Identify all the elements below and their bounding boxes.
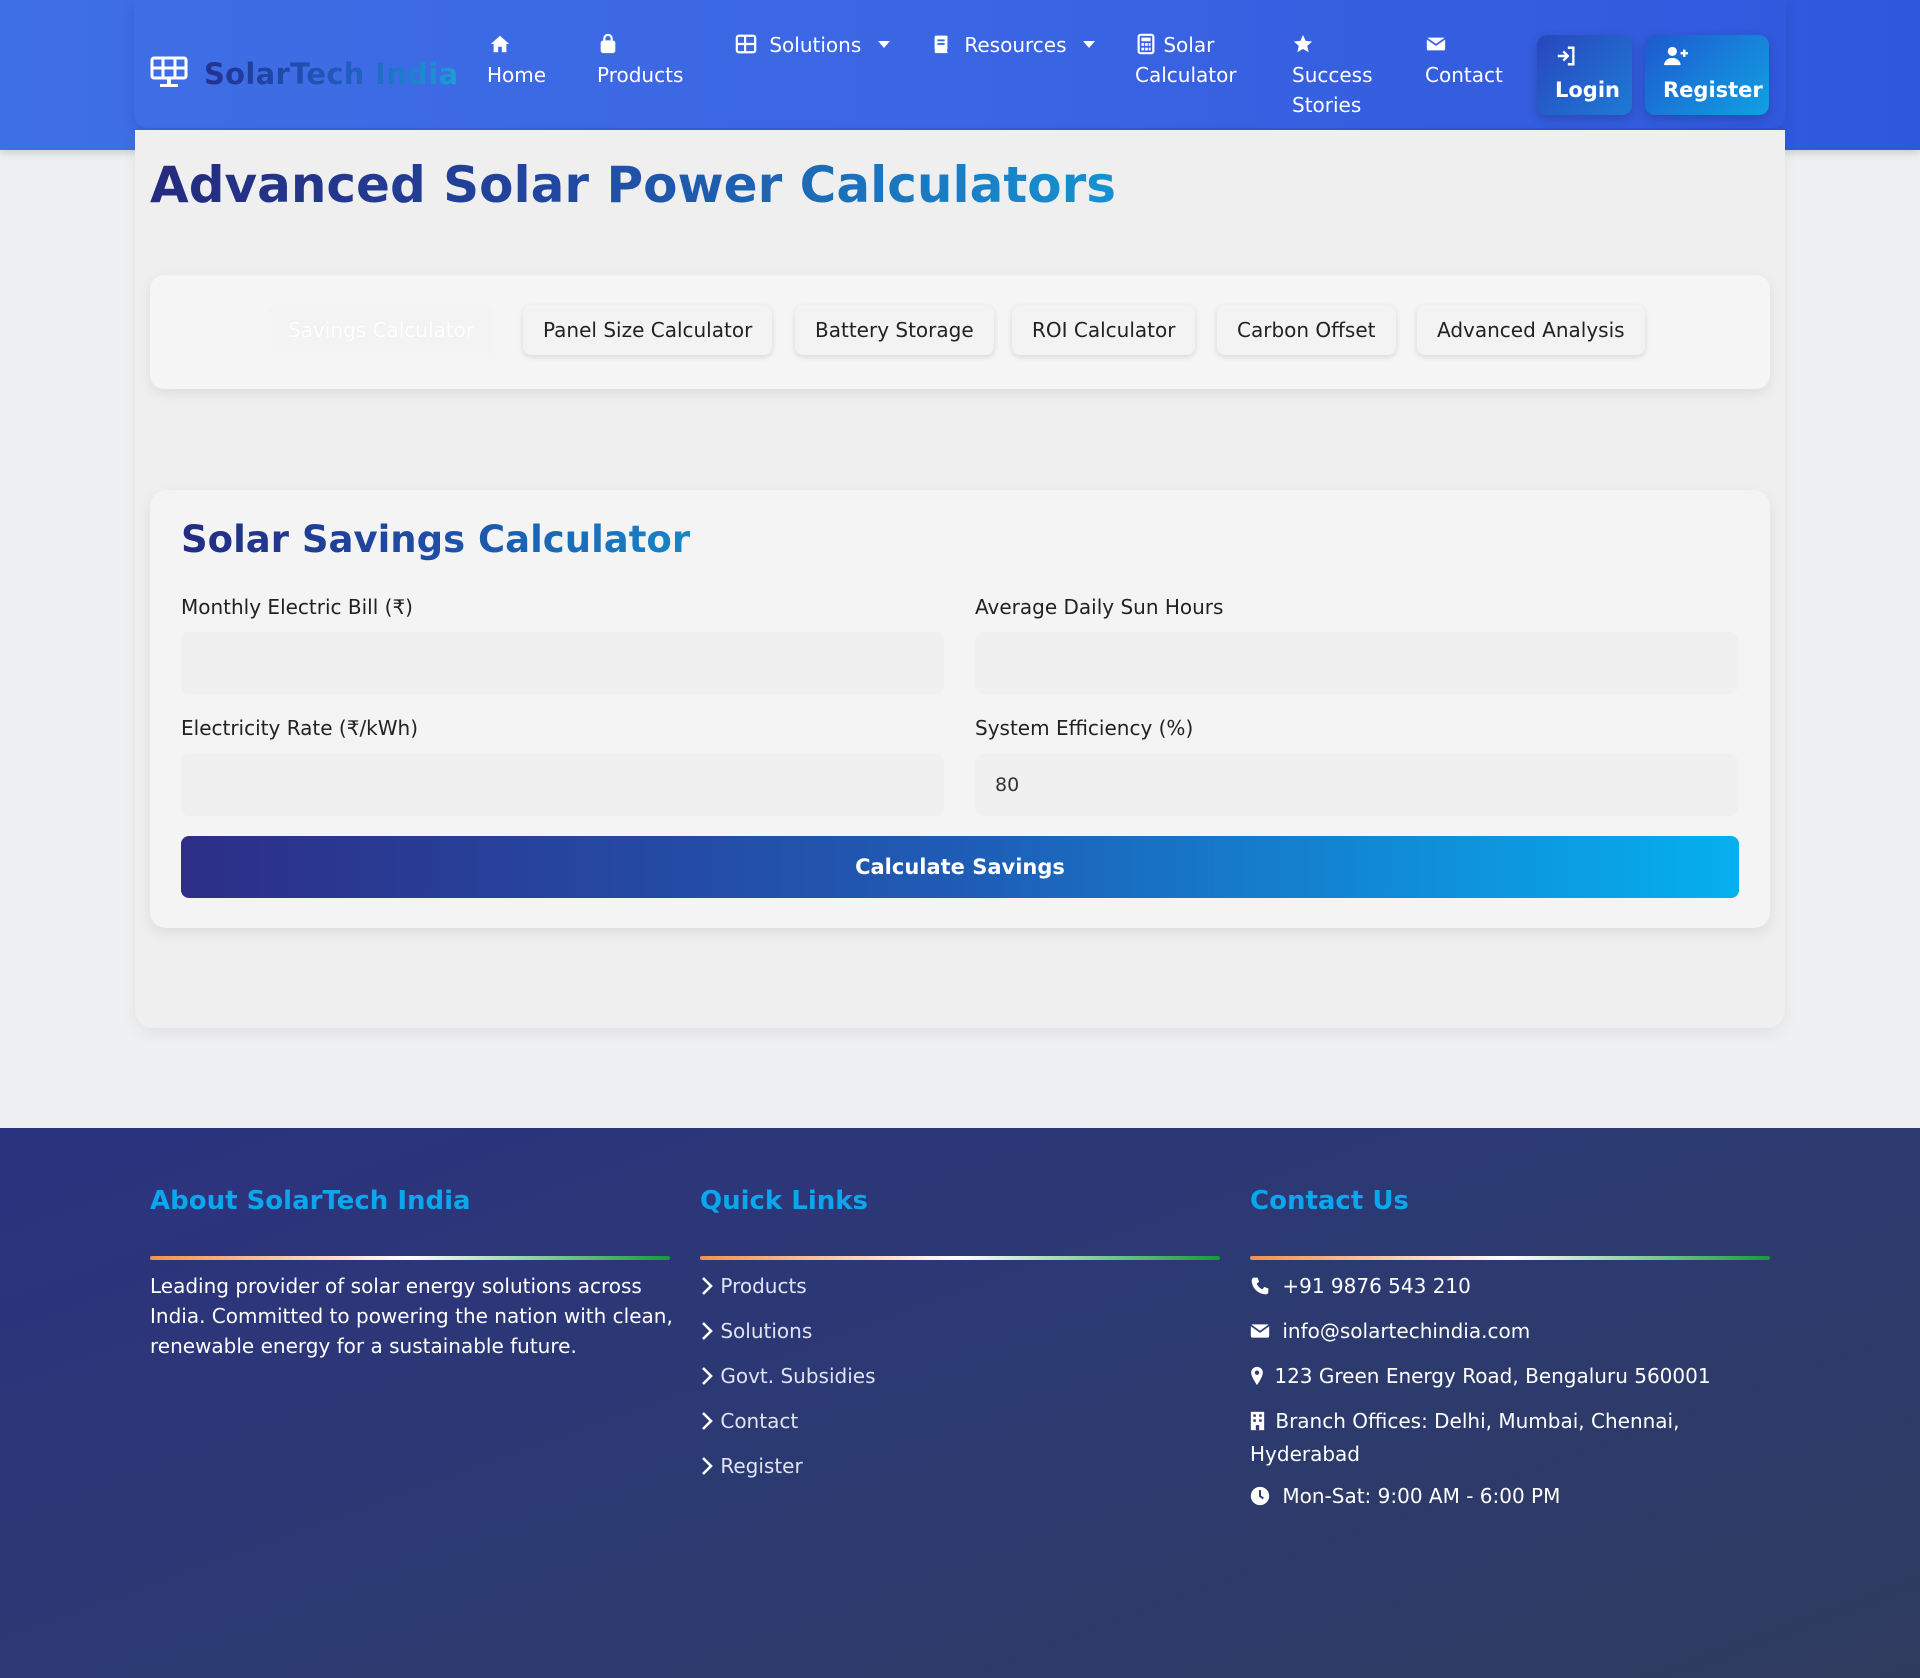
footer-link-label: Solutions — [720, 1319, 813, 1343]
page-title: Advanced Solar Power Calculators — [150, 150, 1116, 220]
brand-name: SolarTech India — [204, 57, 459, 91]
footer-link-subsidies[interactable]: Govt. Subsidies — [700, 1361, 876, 1394]
footer-links-divider — [700, 1256, 1220, 1260]
nav-contact[interactable]: Contact — [1425, 30, 1503, 90]
nav-products-label: Products — [597, 63, 684, 87]
site-footer: About SolarTech India Leading provider o… — [0, 1128, 1920, 1678]
footer-contact-divider — [1250, 1256, 1770, 1260]
nav-resources-dropdown[interactable]: Resources — [930, 30, 1095, 60]
footer-links-heading: Quick Links — [700, 1186, 869, 1216]
footer-address-text: 123 Green Energy Road, Bengaluru 560001 — [1274, 1364, 1711, 1388]
sun-hours-label: Average Daily Sun Hours — [975, 595, 1224, 619]
footer-hours-text: Mon-Sat: 9:00 AM - 6:00 PM — [1282, 1484, 1561, 1508]
nav-products[interactable]: Products — [597, 30, 683, 90]
home-icon — [489, 33, 511, 55]
footer-link-label: Products — [720, 1274, 807, 1298]
building-icon — [1250, 1409, 1265, 1439]
user-plus-icon — [1663, 45, 1689, 67]
tab-battery-storage[interactable]: Battery Storage — [795, 305, 994, 355]
login-label: Login — [1555, 78, 1620, 102]
nav-contact-label: Contact — [1425, 63, 1503, 87]
nav-solar-calculator-label-2: Calculator — [1135, 63, 1237, 87]
login-button[interactable]: Login — [1537, 35, 1632, 115]
nav-solar-calculator-label-1: Solar — [1163, 33, 1215, 57]
chevron-down-icon — [1082, 41, 1095, 48]
chevron-right-icon — [700, 1274, 714, 1304]
chevron-right-icon — [700, 1409, 714, 1439]
calculator-tabs: Savings Calculator Panel Size Calculator… — [150, 275, 1770, 389]
tab-carbon-offset[interactable]: Carbon Offset — [1217, 305, 1396, 355]
calculator-icon — [1135, 33, 1157, 55]
chevron-right-icon — [700, 1364, 714, 1394]
nav-home[interactable]: Home — [487, 30, 546, 90]
footer-about-section: About SolarTech India — [150, 1183, 471, 1219]
tab-roi-calculator[interactable]: ROI Calculator — [1012, 305, 1196, 355]
nav-solutions-label: Solutions — [769, 33, 862, 57]
footer-link-contact[interactable]: Contact — [700, 1406, 798, 1439]
clock-icon — [1250, 1484, 1270, 1514]
nav-success-stories[interactable]: Success Stories — [1292, 30, 1373, 120]
footer-about-divider — [150, 1256, 670, 1260]
footer-branches-text: Branch Offices: Delhi, Mumbai, Chennai, … — [1250, 1409, 1680, 1466]
book-icon — [930, 33, 952, 55]
footer-link-label: Contact — [720, 1409, 799, 1433]
brand-logo[interactable]: SolarTech India — [150, 52, 458, 96]
footer-about-text: Leading provider of solar energy solutio… — [150, 1274, 673, 1358]
nav-resources-label: Resources — [964, 33, 1067, 57]
tab-advanced-analysis[interactable]: Advanced Analysis — [1417, 305, 1645, 355]
register-label: Register — [1663, 78, 1763, 102]
star-icon — [1292, 33, 1314, 55]
nav-home-label: Home — [487, 63, 547, 87]
envelope-icon — [1250, 1319, 1270, 1349]
electricity-rate-input[interactable] — [181, 754, 944, 816]
footer-contact-section: Contact Us — [1250, 1183, 1409, 1219]
footer-about-heading: About SolarTech India — [150, 1186, 471, 1216]
footer-hours: Mon-Sat: 9:00 AM - 6:00 PM — [1250, 1481, 1560, 1514]
footer-email-text: info@solartechindia.com — [1282, 1319, 1531, 1343]
nav-solutions-dropdown[interactable]: Solutions — [735, 30, 890, 60]
chevron-right-icon — [700, 1454, 714, 1484]
footer-email: info@solartechindia.com — [1250, 1316, 1530, 1349]
calculator-title: Solar Savings Calculator — [181, 515, 690, 565]
nav-success-stories-label-1: Success — [1292, 63, 1373, 87]
footer-branches: Branch Offices: Delhi, Mumbai, Chennai, … — [1250, 1406, 1750, 1469]
tab-savings-calculator[interactable]: Savings Calculator — [268, 305, 495, 355]
grid-icon — [735, 33, 757, 55]
footer-links-section: Quick Links — [700, 1183, 868, 1219]
chevron-down-icon — [877, 41, 890, 48]
footer-phone-text: +91 9876 543 210 — [1282, 1274, 1471, 1298]
envelope-icon — [1425, 33, 1447, 55]
monthly-bill-label: Monthly Electric Bill (₹) — [181, 595, 413, 619]
footer-link-products[interactable]: Products — [700, 1271, 807, 1304]
footer-contact-heading: Contact Us — [1250, 1186, 1409, 1216]
sign-in-icon — [1555, 45, 1577, 67]
register-button[interactable]: Register — [1645, 35, 1769, 115]
shopping-bag-icon — [597, 33, 619, 55]
chevron-right-icon — [700, 1319, 714, 1349]
footer-link-label: Govt. Subsidies — [720, 1364, 876, 1388]
electricity-rate-label: Electricity Rate (₹/kWh) — [181, 716, 419, 740]
tab-panel-size-calculator[interactable]: Panel Size Calculator — [523, 305, 773, 355]
system-efficiency-label: System Efficiency (%) — [975, 716, 1194, 740]
monthly-bill-input[interactable] — [181, 632, 944, 694]
sun-hours-input[interactable] — [975, 632, 1738, 694]
footer-phone: +91 9876 543 210 — [1250, 1271, 1471, 1304]
solar-panel-icon — [150, 55, 188, 93]
map-pin-icon — [1250, 1364, 1264, 1394]
footer-link-solutions[interactable]: Solutions — [700, 1316, 812, 1349]
footer-link-register[interactable]: Register — [700, 1451, 803, 1484]
nav-solar-calculator[interactable]: Solar Calculator — [1135, 30, 1237, 90]
nav-success-stories-label-2: Stories — [1292, 93, 1362, 117]
calculate-savings-button[interactable]: Calculate Savings — [181, 836, 1739, 898]
phone-icon — [1250, 1274, 1270, 1304]
system-efficiency-input[interactable] — [975, 754, 1738, 816]
footer-link-label: Register — [720, 1454, 803, 1478]
footer-address: 123 Green Energy Road, Bengaluru 560001 — [1250, 1361, 1711, 1394]
top-navbar: SolarTech India Home Products Solutions … — [0, 0, 1920, 150]
